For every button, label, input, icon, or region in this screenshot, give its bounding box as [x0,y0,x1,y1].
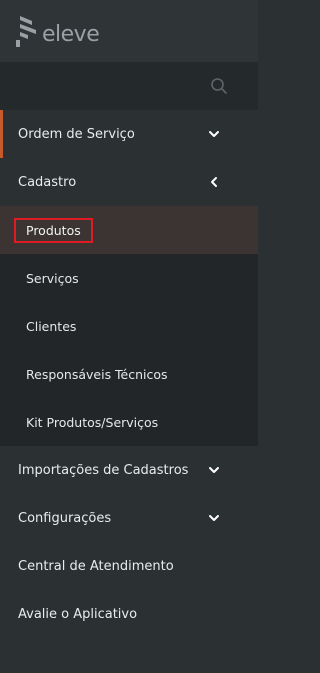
menu-item-importacoes-de-cadastros[interactable]: Importações de Cadastros [0,446,258,494]
search-icon[interactable] [210,77,228,95]
eleve-logo-icon [16,16,36,47]
submenu-item-label: Serviços [26,270,79,286]
brand-name: eleve [42,22,100,47]
submenu-item-label: Responsáveis Técnicos [26,366,168,382]
logo[interactable]: eleve [14,14,100,48]
menu-item-configuracoes[interactable]: Configurações [0,494,258,542]
brand-header: eleve [0,0,258,62]
chevron-down-icon [209,131,219,137]
menu-item-cadastro[interactable]: Cadastro [0,158,258,206]
submenu-item-responsaveis-tecnicos[interactable]: Responsáveis Técnicos [0,350,258,398]
chevron-down-icon [209,515,219,521]
chevron-left-icon [211,177,217,187]
submenu-item-kit-produtos-servicos[interactable]: Kit Produtos/Serviços [0,398,258,446]
menu-item-label: Importações de Cadastros [18,462,189,478]
submenu-item-clientes[interactable]: Clientes [0,302,258,350]
menu-item-avalie-o-aplicativo[interactable]: Avalie o Aplicativo [0,590,258,638]
menu-item-ordem-de-servico[interactable]: Ordem de Serviço [0,110,258,158]
submenu-item-label: Produtos [14,217,93,243]
menu-item-label: Configurações [18,510,112,526]
main-menu-bottom: Importações de Cadastros Configurações C… [0,446,258,638]
submenu-item-produtos[interactable]: Produtos [0,206,258,254]
submenu-item-label: Kit Produtos/Serviços [26,414,159,430]
submenu-item-label: Clientes [26,318,77,334]
main-menu: Ordem de Serviço Cadastro [0,110,258,206]
chevron-down-icon [209,467,219,473]
menu-item-label: Cadastro [18,174,77,190]
menu-item-label: Central de Atendimento [18,558,174,574]
menu-item-central-de-atendimento[interactable]: Central de Atendimento [0,542,258,590]
search-bar [0,62,258,110]
submenu-item-servicos[interactable]: Serviços [0,254,258,302]
menu-item-label: Avalie o Aplicativo [18,606,138,622]
submenu-cadastro: Produtos Serviços Clientes Responsáveis … [0,206,258,446]
sidebar: eleve Ordem de Serviço Cadastro Produtos… [0,0,258,673]
menu-item-label: Ordem de Serviço [18,126,135,142]
